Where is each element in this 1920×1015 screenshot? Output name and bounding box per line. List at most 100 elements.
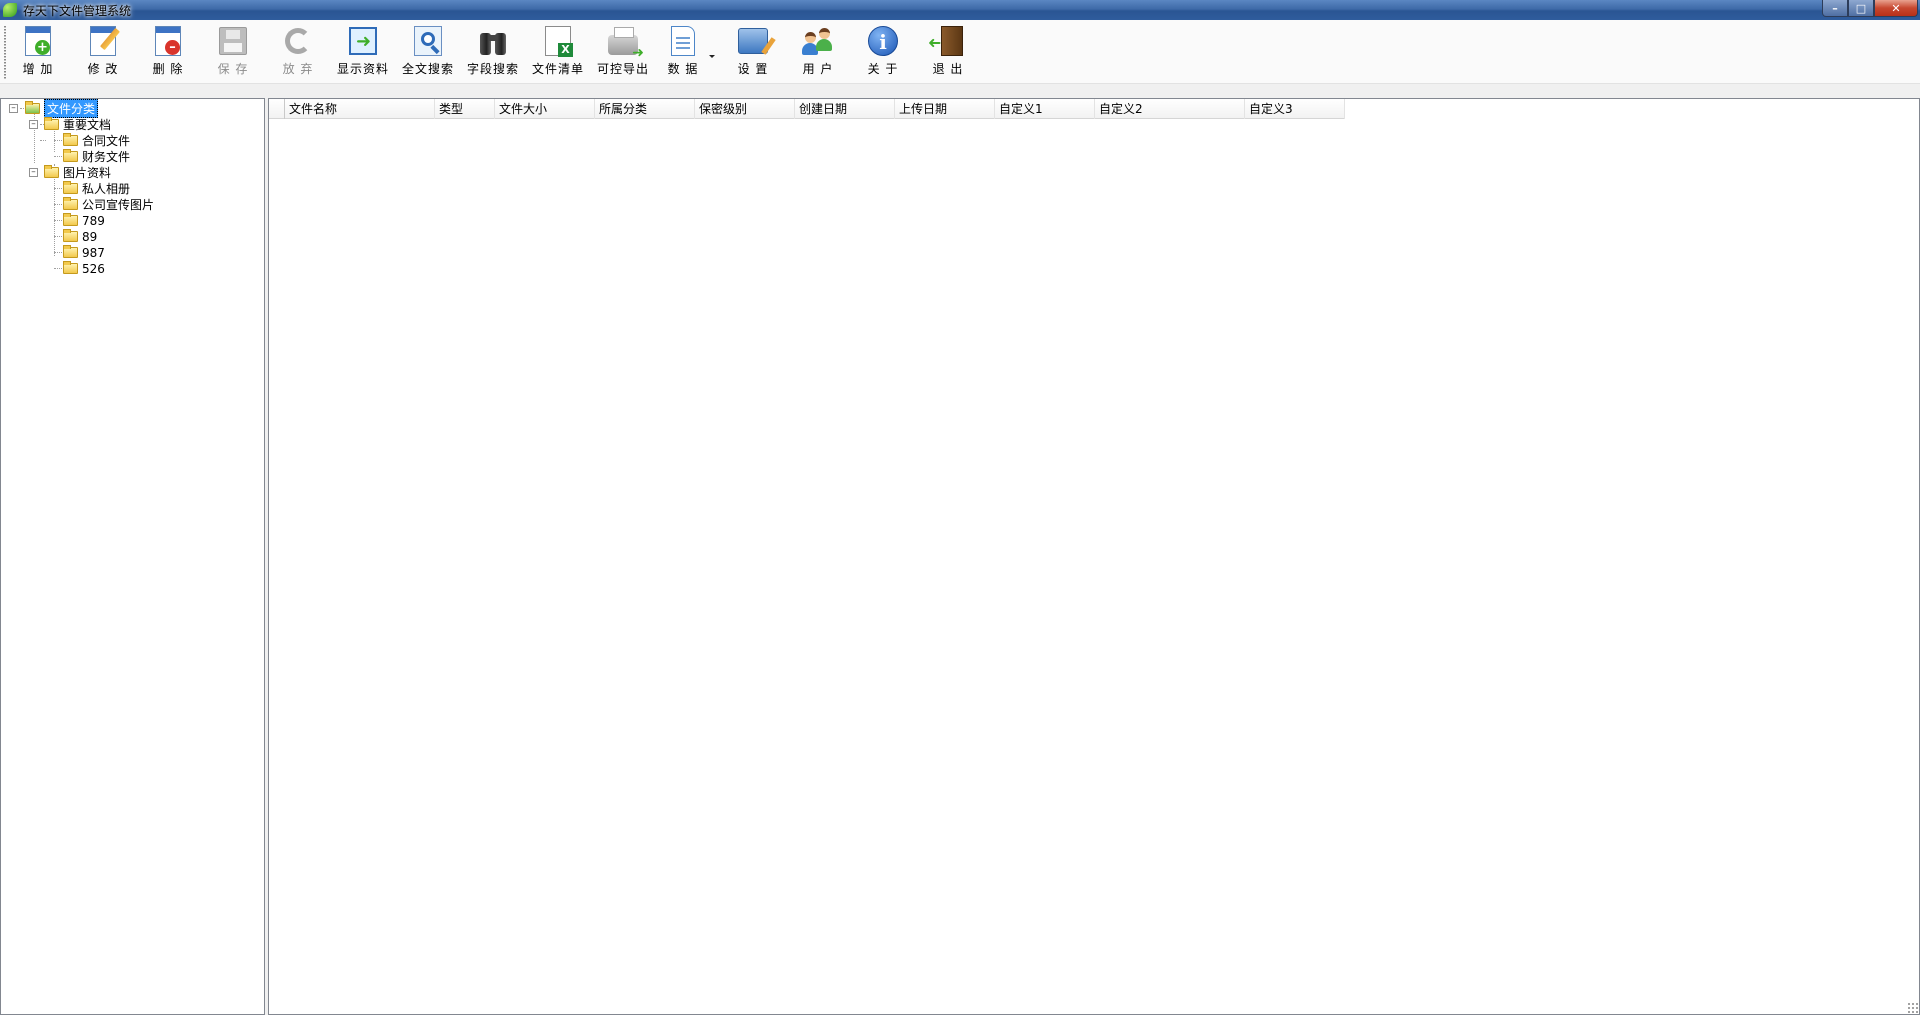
users-label: 用 户: [802, 62, 834, 76]
column-header-category[interactable]: 所属分类: [595, 99, 695, 119]
folder-icon: [63, 261, 78, 274]
field-search-label: 字段搜索: [466, 62, 519, 76]
tree-node-label: 89: [82, 229, 98, 244]
folder-icon: [63, 149, 78, 162]
close-button[interactable]: ✕: [1874, 0, 1918, 17]
tree-node-label: 重要文档: [63, 118, 112, 132]
expander-important-docs[interactable]: –: [29, 120, 38, 129]
add-button[interactable]: + 增 加: [9, 24, 67, 80]
column-header-custom3[interactable]: 自定义3: [1245, 99, 1345, 119]
about-button[interactable]: i 关 于: [854, 24, 912, 80]
tree-node-89[interactable]: 89: [63, 229, 97, 244]
data-doc-icon: [666, 24, 700, 58]
folder-icon: [63, 229, 78, 242]
tree-node-label: 图片资料: [63, 166, 112, 180]
show-doc-icon: [346, 24, 380, 58]
about-label: 关 于: [867, 62, 899, 76]
column-header-custom1[interactable]: 自定义1: [995, 99, 1095, 119]
tree-line: [54, 252, 62, 253]
info-icon: i: [866, 24, 900, 58]
fulltext-search-label: 全文搜索: [401, 62, 454, 76]
field-search-button[interactable]: 字段搜索: [464, 24, 522, 80]
app-leaf-icon: [3, 3, 17, 17]
toolbar-grip[interactable]: [4, 26, 6, 80]
users-button[interactable]: 用 户: [789, 24, 847, 80]
export-button[interactable]: 可控导出: [594, 24, 652, 80]
tree-line: [40, 140, 46, 141]
tree-node-label: 财务文件: [82, 150, 131, 164]
toolbar: + 增 加 修 改 – 删 除 保 存 放 弃 显示资料 全文搜索 字段搜索 文…: [0, 20, 1920, 84]
file-list-button[interactable]: 文件清单: [529, 24, 587, 80]
show-data-button[interactable]: 显示资料: [334, 24, 392, 80]
column-header-upload-date[interactable]: 上传日期: [895, 99, 995, 119]
folder-icon: [63, 133, 78, 146]
tree-line: [54, 268, 62, 269]
tree-node-987[interactable]: 987: [63, 245, 105, 260]
printer-export-icon: [606, 24, 644, 61]
expander-root[interactable]: –: [9, 104, 18, 113]
fulltext-search-button[interactable]: 全文搜索: [399, 24, 457, 80]
tree-node-private-album[interactable]: 私人相册: [63, 181, 130, 196]
tree-node-root[interactable]: 文件分类: [25, 99, 99, 118]
edit-button[interactable]: 修 改: [74, 24, 132, 80]
tree-node-company-promo[interactable]: 公司宣传图片: [63, 197, 154, 212]
settings-button[interactable]: 设 置: [724, 24, 782, 80]
users-icon: [801, 24, 835, 58]
maximize-button[interactable]: □: [1848, 0, 1874, 17]
settings-icon: [736, 24, 770, 58]
fulltext-search-icon: [411, 24, 445, 58]
exit-button[interactable]: 退 出: [919, 24, 977, 80]
tree-line: [54, 188, 62, 189]
delete-doc-icon: –: [151, 24, 185, 58]
excel-list-icon: [541, 24, 575, 58]
tree-node-images[interactable]: 图片资料: [44, 165, 111, 180]
tree-node-label: 789: [82, 213, 105, 228]
tree-node-contracts[interactable]: 合同文件: [63, 133, 130, 148]
window-controls: – □ ✕: [1822, 0, 1918, 17]
delete-button[interactable]: – 删 除: [139, 24, 197, 80]
tree-node-526[interactable]: 526: [63, 261, 105, 276]
expander-images[interactable]: –: [29, 168, 38, 177]
edit-doc-icon: [86, 24, 121, 58]
minimize-button[interactable]: –: [1822, 0, 1848, 17]
folder-icon: [63, 181, 78, 194]
size-grip[interactable]: [1907, 1002, 1919, 1014]
column-header-type[interactable]: 类型: [435, 99, 495, 119]
tree-line: [54, 140, 62, 141]
show-data-label: 显示资料: [336, 62, 389, 76]
tree-node-label: 公司宣传图片: [82, 198, 155, 212]
add-doc-icon: +: [21, 24, 55, 58]
data-button[interactable]: 数 据: [654, 24, 712, 80]
tree-node-label: 私人相册: [82, 182, 131, 196]
data-dropdown-arrow-icon[interactable]: [709, 55, 715, 58]
exit-label: 退 出: [932, 62, 964, 76]
save-button[interactable]: 保 存: [204, 24, 262, 80]
window-title: 存天下文件管理系统: [23, 3, 132, 18]
settings-label: 设 置: [737, 62, 769, 76]
folder-icon: [25, 101, 40, 114]
folder-icon: [63, 245, 78, 258]
tree-node-label: 526: [82, 261, 105, 276]
tree-node-label: 987: [82, 245, 105, 260]
floppy-icon: [216, 24, 250, 58]
column-header-created-date[interactable]: 创建日期: [795, 99, 895, 119]
undo-icon: [281, 24, 315, 58]
column-header-custom2[interactable]: 自定义2: [1095, 99, 1245, 119]
exit-door-icon: [931, 24, 965, 58]
save-label: 保 存: [217, 62, 249, 76]
folder-icon: [44, 165, 59, 178]
column-header-file-size[interactable]: 文件大小: [495, 99, 595, 119]
folder-icon: [44, 117, 59, 130]
tree-node-important-docs[interactable]: 重要文档: [44, 117, 111, 132]
add-label: 增 加: [22, 62, 54, 76]
column-header-file-name[interactable]: 文件名称: [285, 99, 435, 119]
discard-button[interactable]: 放 弃: [269, 24, 327, 80]
data-label: 数 据: [667, 62, 699, 76]
file-grid[interactable]: 文件名称 类型 文件大小 所属分类 保密级别 创建日期 上传日期 自定义1 自定…: [268, 98, 1920, 1015]
category-tree[interactable]: – 文件分类 – 重要文档 合同文件 财务文件 – 图片资料 私人相册 公司宣传…: [0, 98, 265, 1015]
column-header-security-level[interactable]: 保密级别: [695, 99, 795, 119]
tree-node-finance[interactable]: 财务文件: [63, 149, 130, 164]
file-list-label: 文件清单: [531, 62, 584, 76]
binoculars-icon: [476, 24, 510, 58]
tree-node-789[interactable]: 789: [63, 213, 105, 228]
